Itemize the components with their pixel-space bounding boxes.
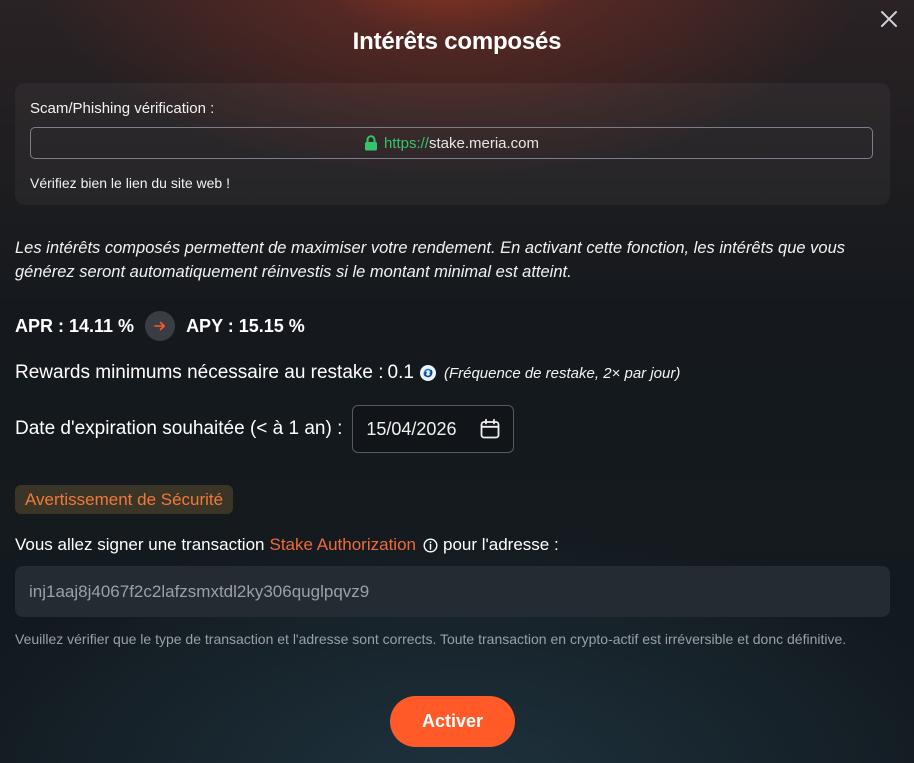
verification-warning: Vérifiez bien le lien du site web ! [30,175,230,191]
apy-value: APY : 15.15 % [186,315,305,336]
apr-value: APR : 14.11 % [15,315,135,336]
compound-interest-modal: Intérêts composés Scam/Phishing vérifica… [0,0,914,763]
lock-icon [364,135,378,151]
rewards-row: Rewards minimums nécessaire au restake :… [15,362,680,384]
restake-frequency-note: (Fréquence de restake, 2× par jour) [443,364,681,382]
expiry-row: Date d'expiration souhaitée (< à 1 an) :… [15,405,515,453]
rewards-amount: 0.1 [387,362,414,383]
url-protocol: https:// [383,134,429,152]
security-warning-badge: Avertissement de Sécurité [15,485,234,514]
wallet-address-field: inj1aaj8j4067f2c2lafzsmxtdl2ky306quglpqv… [15,566,890,617]
url-display: https:// stake.meria.com [30,127,873,159]
calendar-icon[interactable] [479,418,501,440]
compound-description: Les intérêts composés permettent de maxi… [15,239,845,281]
close-icon[interactable] [878,8,900,30]
url-host: stake.meria.com [428,134,540,152]
injective-token-icon [419,365,436,381]
expiry-date-input[interactable]: 15/04/2026 [352,405,515,453]
phishing-verification-card: Scam/Phishing vérification : https:// st… [15,83,890,205]
modal-title: Intérêts composés [352,28,562,55]
arrow-right-icon [145,311,176,341]
info-icon[interactable] [423,537,438,553]
sign-prefix: Vous allez signer une transaction [15,535,265,554]
transaction-disclaimer: Veuillez vérifier que le type de transac… [15,631,847,647]
activate-button[interactable]: Activer [390,696,515,747]
verification-label: Scam/Phishing vérification : [30,100,215,117]
expiry-label: Date d'expiration souhaitée (< à 1 an) : [15,418,343,439]
transaction-type: Stake Authorization [269,535,416,554]
sign-suffix: pour l'adresse : [442,535,559,554]
expiry-date-value: 15/04/2026 [366,418,457,439]
rewards-label: Rewards minimums nécessaire au restake : [15,362,384,383]
sign-transaction-row: Vous allez signer une transaction Stake … [15,535,559,555]
rates-row: APR : 14.11 % APY : 15.15 % [15,311,305,341]
